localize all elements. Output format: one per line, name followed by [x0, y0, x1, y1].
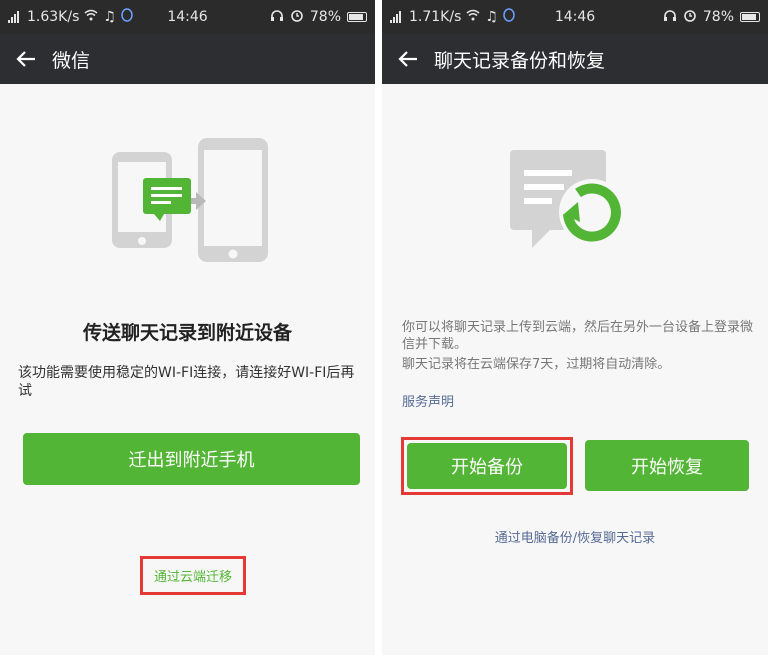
back-arrow-icon[interactable] — [382, 34, 434, 84]
left-screen: 1.63K/s ♫ 14:46 78% 微信 传送聊天记录到附近设备 该功能需要… — [0, 0, 375, 655]
wifi-icon — [466, 9, 480, 25]
qq-icon — [121, 8, 133, 26]
headphone-icon — [663, 9, 677, 26]
battery-icon — [740, 12, 760, 22]
wifi-notice: 该功能需要使用稳定的WI-FI连接，请连接好WI-FI后再试 — [18, 365, 355, 399]
service-statement-link[interactable]: 服务声明 — [402, 391, 454, 410]
network-speed: 1.71K/s — [409, 9, 462, 25]
signal-icon — [8, 11, 19, 23]
status-bar: 1.63K/s ♫ 14:46 78% — [0, 0, 375, 34]
page-title: 微信 — [52, 49, 91, 72]
cloud-migration-link[interactable]: 通过云端迁移 — [140, 566, 246, 585]
signal-icon — [390, 11, 401, 23]
wifi-icon — [84, 9, 98, 25]
chat-sync-illustration — [510, 150, 625, 248]
phone-transfer-illustration — [112, 138, 268, 262]
page-title: 聊天记录备份和恢复 — [434, 49, 606, 72]
qq-icon — [503, 8, 515, 26]
title-bar: 聊天记录备份和恢复 — [382, 34, 768, 84]
alarm-icon — [683, 8, 697, 26]
clock: 14:46 — [554, 9, 596, 25]
transfer-to-nearby-phone-button[interactable]: 迁出到附近手机 — [23, 433, 360, 485]
right-screen: 1.71K/s ♫ 14:46 78% 聊天记录备份和恢复 你可以将聊天记录上传… — [382, 0, 768, 655]
pc-backup-restore-link[interactable]: 通过电脑备份/恢复聊天记录 — [382, 527, 768, 546]
alarm-icon — [290, 8, 304, 26]
start-backup-button[interactable]: 开始备份 — [407, 443, 567, 489]
battery-percent: 78% — [309, 9, 341, 25]
music-icon: ♫ — [485, 9, 498, 25]
description-expire: 聊天记录将在云端保存7天，过期将自动清除。 — [402, 357, 671, 372]
network-speed: 1.63K/s — [27, 9, 80, 25]
start-restore-button[interactable]: 开始恢复 — [585, 440, 749, 491]
heading: 传送聊天记录到附近设备 — [82, 322, 292, 344]
battery-icon — [347, 12, 367, 22]
title-bar: 微信 — [0, 34, 375, 84]
battery-percent: 78% — [702, 9, 734, 25]
music-icon: ♫ — [103, 9, 116, 25]
status-bar: 1.71K/s ♫ 14:46 78% — [382, 0, 768, 34]
description-upload: 你可以将聊天记录上传到云端，然后在另外一台设备上登录微信并下载。 — [402, 320, 754, 352]
clock: 14:46 — [167, 9, 208, 25]
back-arrow-icon[interactable] — [0, 34, 52, 84]
headphone-icon — [270, 9, 284, 26]
